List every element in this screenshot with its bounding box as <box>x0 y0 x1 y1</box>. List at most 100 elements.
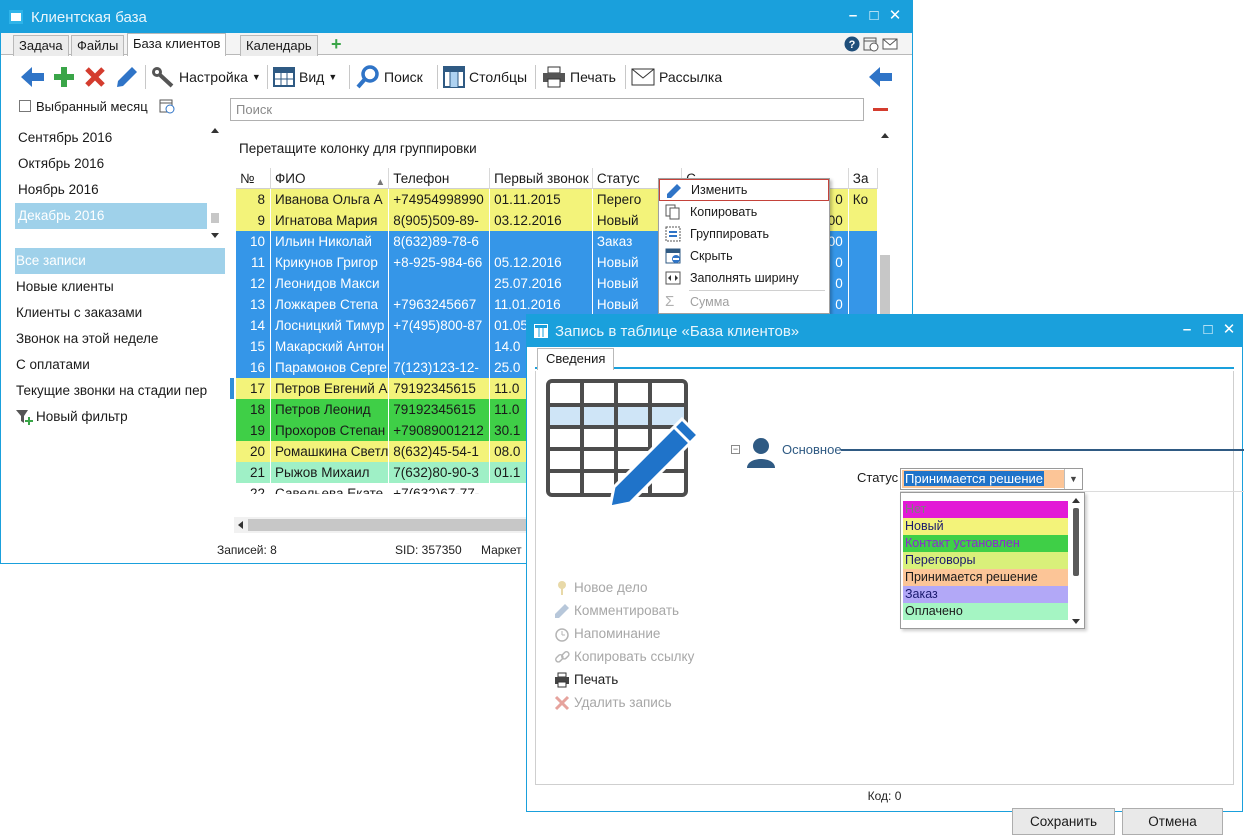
column-header-name[interactable]: ФИО ▲ <box>271 168 390 189</box>
table-cell-n: 8 <box>236 189 272 210</box>
columns-button[interactable]: Столбцы <box>443 63 527 91</box>
column-header-number[interactable]: № <box>236 168 272 189</box>
options-scrollbar[interactable] <box>1069 494 1083 628</box>
current-row-marker <box>230 378 234 399</box>
settings-button[interactable]: Настройка ▼ <box>151 63 261 91</box>
mailing-button[interactable]: Рассылка <box>631 63 722 91</box>
table-cell-fio: Парамонов Серге <box>271 357 390 378</box>
details-panel: Новое дело Комментировать Напоминание Ко… <box>535 371 1244 835</box>
table-cell-tel: +74954998990 <box>389 189 491 210</box>
checkbox-box[interactable] <box>19 100 31 112</box>
table-cell-first <box>490 231 593 252</box>
month-list-scrollbar[interactable] <box>208 125 222 241</box>
minimize-icon[interactable]: – <box>1178 321 1196 339</box>
table-cell-n: 13 <box>236 294 272 315</box>
column-header-phone[interactable]: Телефон <box>389 168 491 189</box>
month-item[interactable]: Ноябрь 2016 <box>15 177 220 203</box>
month-item-selected[interactable]: Декабрь 2016 <box>15 203 207 229</box>
status-dropdown[interactable]: Принимается решение ▼ <box>900 468 1083 490</box>
month-item[interactable]: Сентябрь 2016 <box>15 125 220 151</box>
cancel-button[interactable]: Отмена <box>1122 808 1223 835</box>
delete-x-icon <box>554 695 570 710</box>
tab-strip: Задача Файлы База клиентов Календарь + ? <box>1 33 912 56</box>
calendar-clock-icon[interactable] <box>159 98 175 114</box>
menu-item-copy[interactable]: Копировать <box>659 201 829 223</box>
table-cell-last <box>849 252 878 273</box>
view-button[interactable]: Вид ▼ <box>273 63 337 91</box>
menu-item-hide[interactable]: Скрыть <box>659 245 829 267</box>
status-option[interactable]: Контакт установлен <box>903 535 1068 552</box>
scroll-left-icon[interactable] <box>235 517 247 533</box>
maximize-icon[interactable]: □ <box>865 7 883 25</box>
menu-item-fill-width[interactable]: Заполнять ширину <box>659 267 829 289</box>
close-icon[interactable]: ✕ <box>1220 321 1238 339</box>
pencil-icon <box>555 603 569 618</box>
status-value-text: Принимается решение <box>904 471 1044 486</box>
key-icon <box>558 580 566 595</box>
hide-column-icon <box>665 248 681 264</box>
group-icon <box>665 226 681 242</box>
scrollbar-thumb[interactable] <box>248 519 527 531</box>
status-option[interactable]: Принимается решение <box>903 569 1068 586</box>
month-item[interactable]: Октябрь 2016 <box>15 151 220 177</box>
status-option[interactable]: Оплачено <box>903 603 1068 620</box>
search-input[interactable]: Поиск <box>230 98 864 121</box>
tab-client-base[interactable]: База клиентов <box>127 33 227 56</box>
main-titlebar[interactable]: Клиентская база – □ ✕ <box>1 1 912 33</box>
menu-item-edit[interactable]: Изменить <box>659 179 829 201</box>
chevron-down-icon[interactable]: ▼ <box>1064 469 1082 489</box>
status-option[interactable]: Новый <box>903 518 1068 535</box>
filter-item[interactable]: Новые клиенты <box>15 274 225 300</box>
clear-search-icon[interactable] <box>873 108 888 111</box>
action-print[interactable]: Печать <box>554 668 694 691</box>
search-button[interactable]: Поиск <box>356 63 423 91</box>
action-label: Печать <box>574 672 619 687</box>
column-header-first-call[interactable]: Первый звонок <box>490 168 593 189</box>
menu-item-label: Сумма <box>690 295 730 309</box>
status-option[interactable]: Переговоры <box>903 552 1068 569</box>
mail-icon[interactable] <box>882 36 898 52</box>
save-button[interactable]: Сохранить <box>1012 808 1115 835</box>
selected-month-checkbox[interactable]: Выбранный месяц <box>19 98 175 114</box>
add-record-button[interactable] <box>53 63 75 91</box>
grid-vertical-scrollbar[interactable] <box>878 129 892 329</box>
filter-item[interactable]: Текущие звонки на стадии пер <box>15 378 225 404</box>
table-cell-last <box>849 210 878 231</box>
back-button[interactable] <box>21 63 45 91</box>
section-collapse-toggle[interactable]: − <box>731 445 740 454</box>
help-icon[interactable]: ? <box>844 36 860 52</box>
filter-item[interactable]: С оплатами <box>15 352 225 378</box>
status-options-list: Нет Новый Контакт установлен Переговоры Прин… <box>900 492 1085 629</box>
filter-item[interactable]: Звонок на этой неделе <box>15 326 225 352</box>
grid-horizontal-scrollbar[interactable] <box>234 517 527 533</box>
status-option[interactable]: Заказ <box>903 586 1068 603</box>
tab-task[interactable]: Задача <box>13 35 69 56</box>
add-tab-icon[interactable]: + <box>331 35 342 53</box>
settings-label: Настройка <box>179 69 248 85</box>
dialog-titlebar[interactable]: Запись в таблице «База клиентов» – □ ✕ <box>527 315 1242 347</box>
filter-item-all[interactable]: Все записи <box>15 248 225 274</box>
funnel-add-icon <box>16 410 33 425</box>
edit-record-button[interactable] <box>115 63 139 91</box>
tab-files[interactable]: Файлы <box>71 35 125 56</box>
dialog-tabs: Сведения <box>535 347 1234 370</box>
tab-calendar[interactable]: Календарь <box>240 35 318 56</box>
print-button[interactable]: Печать <box>542 63 616 91</box>
table-cell-n: 9 <box>236 210 272 231</box>
maximize-icon[interactable]: □ <box>1199 321 1217 339</box>
delete-record-button[interactable] <box>84 63 106 91</box>
filter-item[interactable]: Клиенты с заказами <box>15 300 225 326</box>
new-filter-item[interactable]: Новый фильтр <box>15 404 225 430</box>
status-extra: Маркет <box>481 543 522 557</box>
section-title: Основное <box>782 442 842 457</box>
close-icon[interactable]: ✕ <box>886 7 904 25</box>
menu-item-group[interactable]: Группировать <box>659 223 829 245</box>
column-header-last[interactable]: За <box>849 168 878 189</box>
calendar-clock-icon[interactable] <box>863 36 879 52</box>
tab-details[interactable]: Сведения <box>537 348 615 370</box>
action-reminder: Напоминание <box>554 622 694 645</box>
table-cell-tel: +7(495)800-87 <box>389 315 491 336</box>
status-option[interactable]: Нет <box>903 501 1068 518</box>
collapse-panel-button[interactable] <box>869 63 893 91</box>
minimize-icon[interactable]: – <box>844 7 862 25</box>
